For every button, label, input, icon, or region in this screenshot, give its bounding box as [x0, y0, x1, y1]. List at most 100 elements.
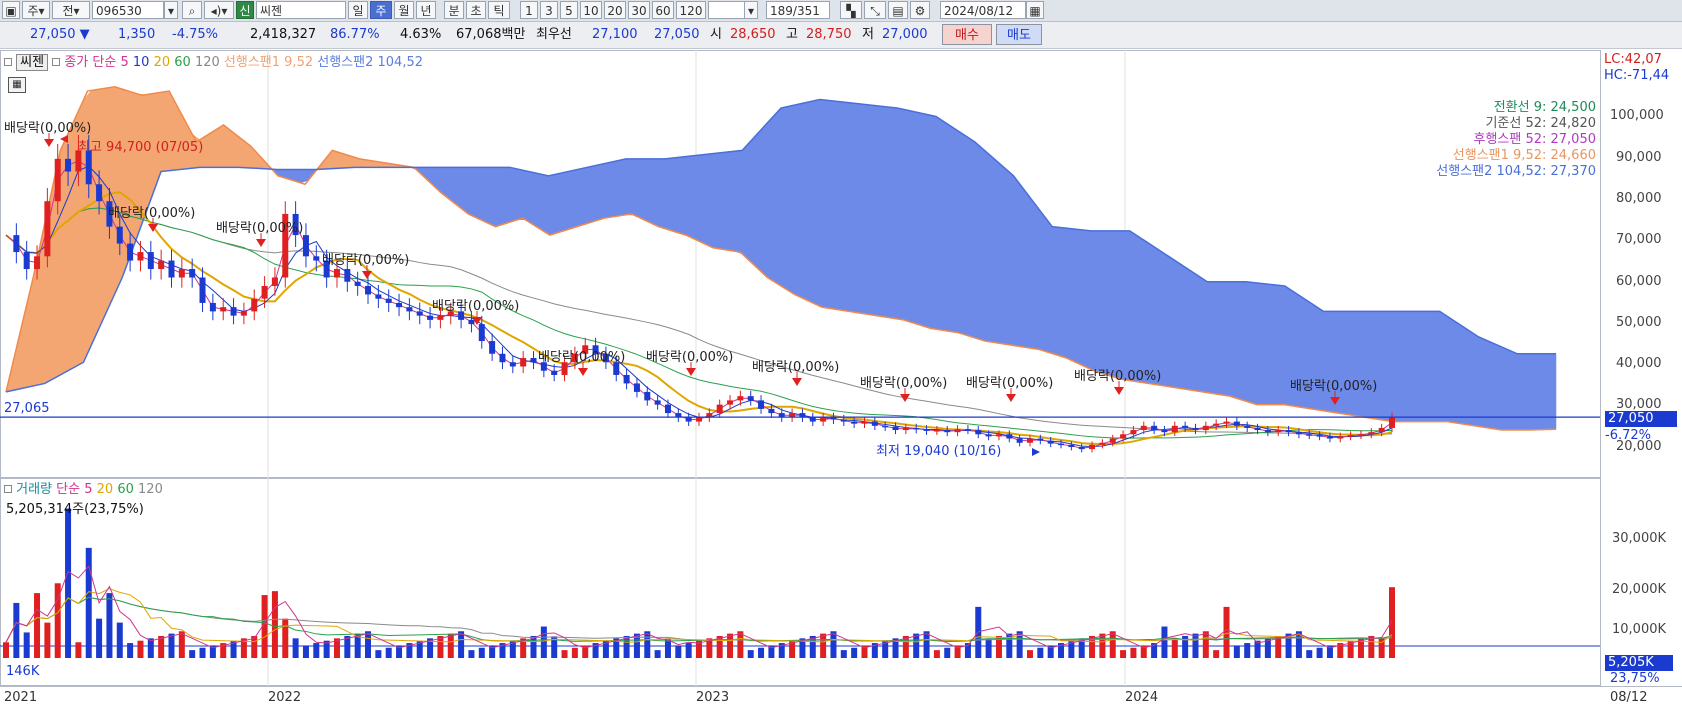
panel-handle-icon[interactable] [4, 58, 12, 66]
code-dropdown-chevron-icon[interactable]: ▾ [164, 1, 178, 19]
period-second[interactable]: 초 [466, 1, 486, 19]
candle-body [240, 311, 247, 316]
period-month[interactable]: 월 [394, 1, 414, 19]
period-year[interactable]: 년 [416, 1, 436, 19]
legend-volume-ma20[interactable]: 20 [97, 482, 114, 497]
ichimoku-cloud-segment [1385, 311, 1394, 422]
candle-body [354, 281, 361, 286]
legend-volume-ma5[interactable]: 5 [84, 482, 92, 497]
table-icon[interactable]: ▦ [8, 77, 26, 93]
ichimoku-cloud-segment [579, 167, 588, 227]
legend-leading-span1[interactable]: 선행스팬1 9,52 [224, 55, 313, 70]
period-day[interactable]: 일 [348, 1, 368, 19]
legend-volume-ma60[interactable]: 60 [117, 482, 134, 497]
ichimoku-cloud-segment [540, 173, 549, 235]
interval-5[interactable]: 5 [560, 1, 578, 19]
kind-dropdown[interactable]: 주▾ [22, 1, 50, 19]
candle-body [809, 417, 816, 422]
ichimoku-cloud-segment [1129, 230, 1138, 383]
buy-button[interactable]: 매수 [942, 24, 992, 45]
interval-20[interactable]: 20 [604, 1, 626, 19]
ichimoku-cloud-segment [470, 167, 479, 220]
volume-bar [189, 650, 196, 658]
legend-handle-icon[interactable] [52, 58, 61, 66]
candle-body [747, 396, 754, 401]
ichimoku-cloud-segment [1036, 205, 1045, 352]
candle-body [385, 298, 392, 303]
volume-bar [1120, 650, 1127, 658]
period-minute[interactable]: 분 [444, 1, 464, 19]
legend-ma5[interactable]: 5 [120, 55, 128, 70]
interval-30[interactable]: 30 [628, 1, 650, 19]
count-display[interactable]: 189/351 [766, 1, 830, 19]
period-week[interactable]: 주 [370, 1, 392, 19]
date-input[interactable]: 2024/08/12 [940, 1, 1026, 19]
ichimoku-cloud-segment [850, 102, 859, 314]
crosshair-icon[interactable]: ⤡ [864, 1, 886, 19]
legend-ma120[interactable]: 120 [195, 55, 220, 70]
ichimoku-cloud-segment [827, 100, 836, 310]
legend-volume[interactable]: 거래량 [16, 482, 52, 497]
save-icon[interactable]: ▤ [888, 1, 908, 19]
legend-ma10[interactable]: 10 [133, 55, 150, 70]
volume-bar [375, 650, 382, 658]
candle-body [737, 396, 744, 401]
interval-1[interactable]: 1 [520, 1, 538, 19]
candle-body [344, 269, 351, 282]
interval-dropdown-chevron-icon[interactable]: ▾ [744, 1, 758, 19]
code-prefix-dropdown[interactable]: 전▾ [52, 1, 90, 19]
ichimoku-cloud-segment [742, 141, 751, 262]
volume-bar [75, 642, 82, 658]
stock-code-input[interactable]: 096530 [92, 1, 164, 19]
candle-body [489, 341, 496, 354]
y-tick: 30,000 [1616, 397, 1662, 412]
y-tick: 90,000 [1616, 150, 1662, 165]
legend-close-ma[interactable]: 종가 단순 [64, 55, 116, 70]
volume-bar [851, 647, 858, 658]
menu-icon[interactable]: ▣ [2, 1, 20, 19]
legend-volume-ma[interactable]: 단순 [56, 482, 80, 497]
candle-body [944, 430, 951, 433]
volume-panel-handle-icon[interactable] [4, 485, 12, 493]
ichimoku-cloud-segment [478, 167, 487, 223]
legend-leading-span2[interactable]: 선행스팬2 104,52 [317, 55, 423, 70]
ichimoku-cloud-segment [1207, 281, 1216, 395]
stock-name-field[interactable]: 씨젠 [256, 1, 346, 19]
trade-amount: 67,068백만 [456, 27, 526, 42]
price-panel-title[interactable]: 씨젠 [16, 54, 49, 71]
interval-120[interactable]: 120 [676, 1, 706, 19]
ichimoku-cloud-segment [1067, 228, 1076, 363]
volume-chart-canvas[interactable] [0, 478, 1682, 686]
x-label-2022: 2022 [268, 690, 302, 705]
ichimoku-cloud-segment [1137, 235, 1146, 384]
calendar-icon[interactable]: ▦ [1026, 1, 1044, 19]
period-tick[interactable]: 틱 [488, 1, 510, 19]
ichimoku-cloud-segment [602, 161, 611, 219]
ichimoku-cloud-segment [1439, 310, 1448, 422]
interval-10[interactable]: 10 [580, 1, 602, 19]
ichimoku-cloud-segment [718, 151, 727, 251]
ichimoku-cloud-segment [649, 158, 658, 227]
legend-ma20[interactable]: 20 [154, 55, 171, 70]
sell-button[interactable]: 매도 [996, 24, 1042, 45]
legend-volume-ma120[interactable]: 120 [138, 482, 163, 497]
chart-type-icon[interactable]: ▚ [840, 1, 862, 19]
ichimoku-cloud-segment [1090, 230, 1099, 373]
volume-bar [127, 643, 134, 658]
legend-ma60[interactable]: 60 [174, 55, 191, 70]
volume-bar [478, 647, 485, 658]
speaker-icon[interactable]: ◂)▾ [204, 1, 234, 19]
gear-icon[interactable]: ⚙ [910, 1, 930, 19]
search-icon[interactable]: ⌕ [182, 1, 202, 19]
candle-body [437, 315, 444, 320]
candle-body [1047, 440, 1054, 444]
volume-bar [1223, 606, 1230, 658]
interval-3[interactable]: 3 [540, 1, 558, 19]
interval-60[interactable]: 60 [652, 1, 674, 19]
ichimoku-cloud-segment [594, 163, 603, 222]
ichimoku-cloud-segment [1276, 284, 1285, 405]
ichimoku-cloud-segment [920, 112, 929, 328]
volume-bar [468, 650, 475, 658]
ichimoku-cloud-segment [1075, 228, 1084, 367]
ichimoku-cloud-segment [494, 167, 503, 227]
